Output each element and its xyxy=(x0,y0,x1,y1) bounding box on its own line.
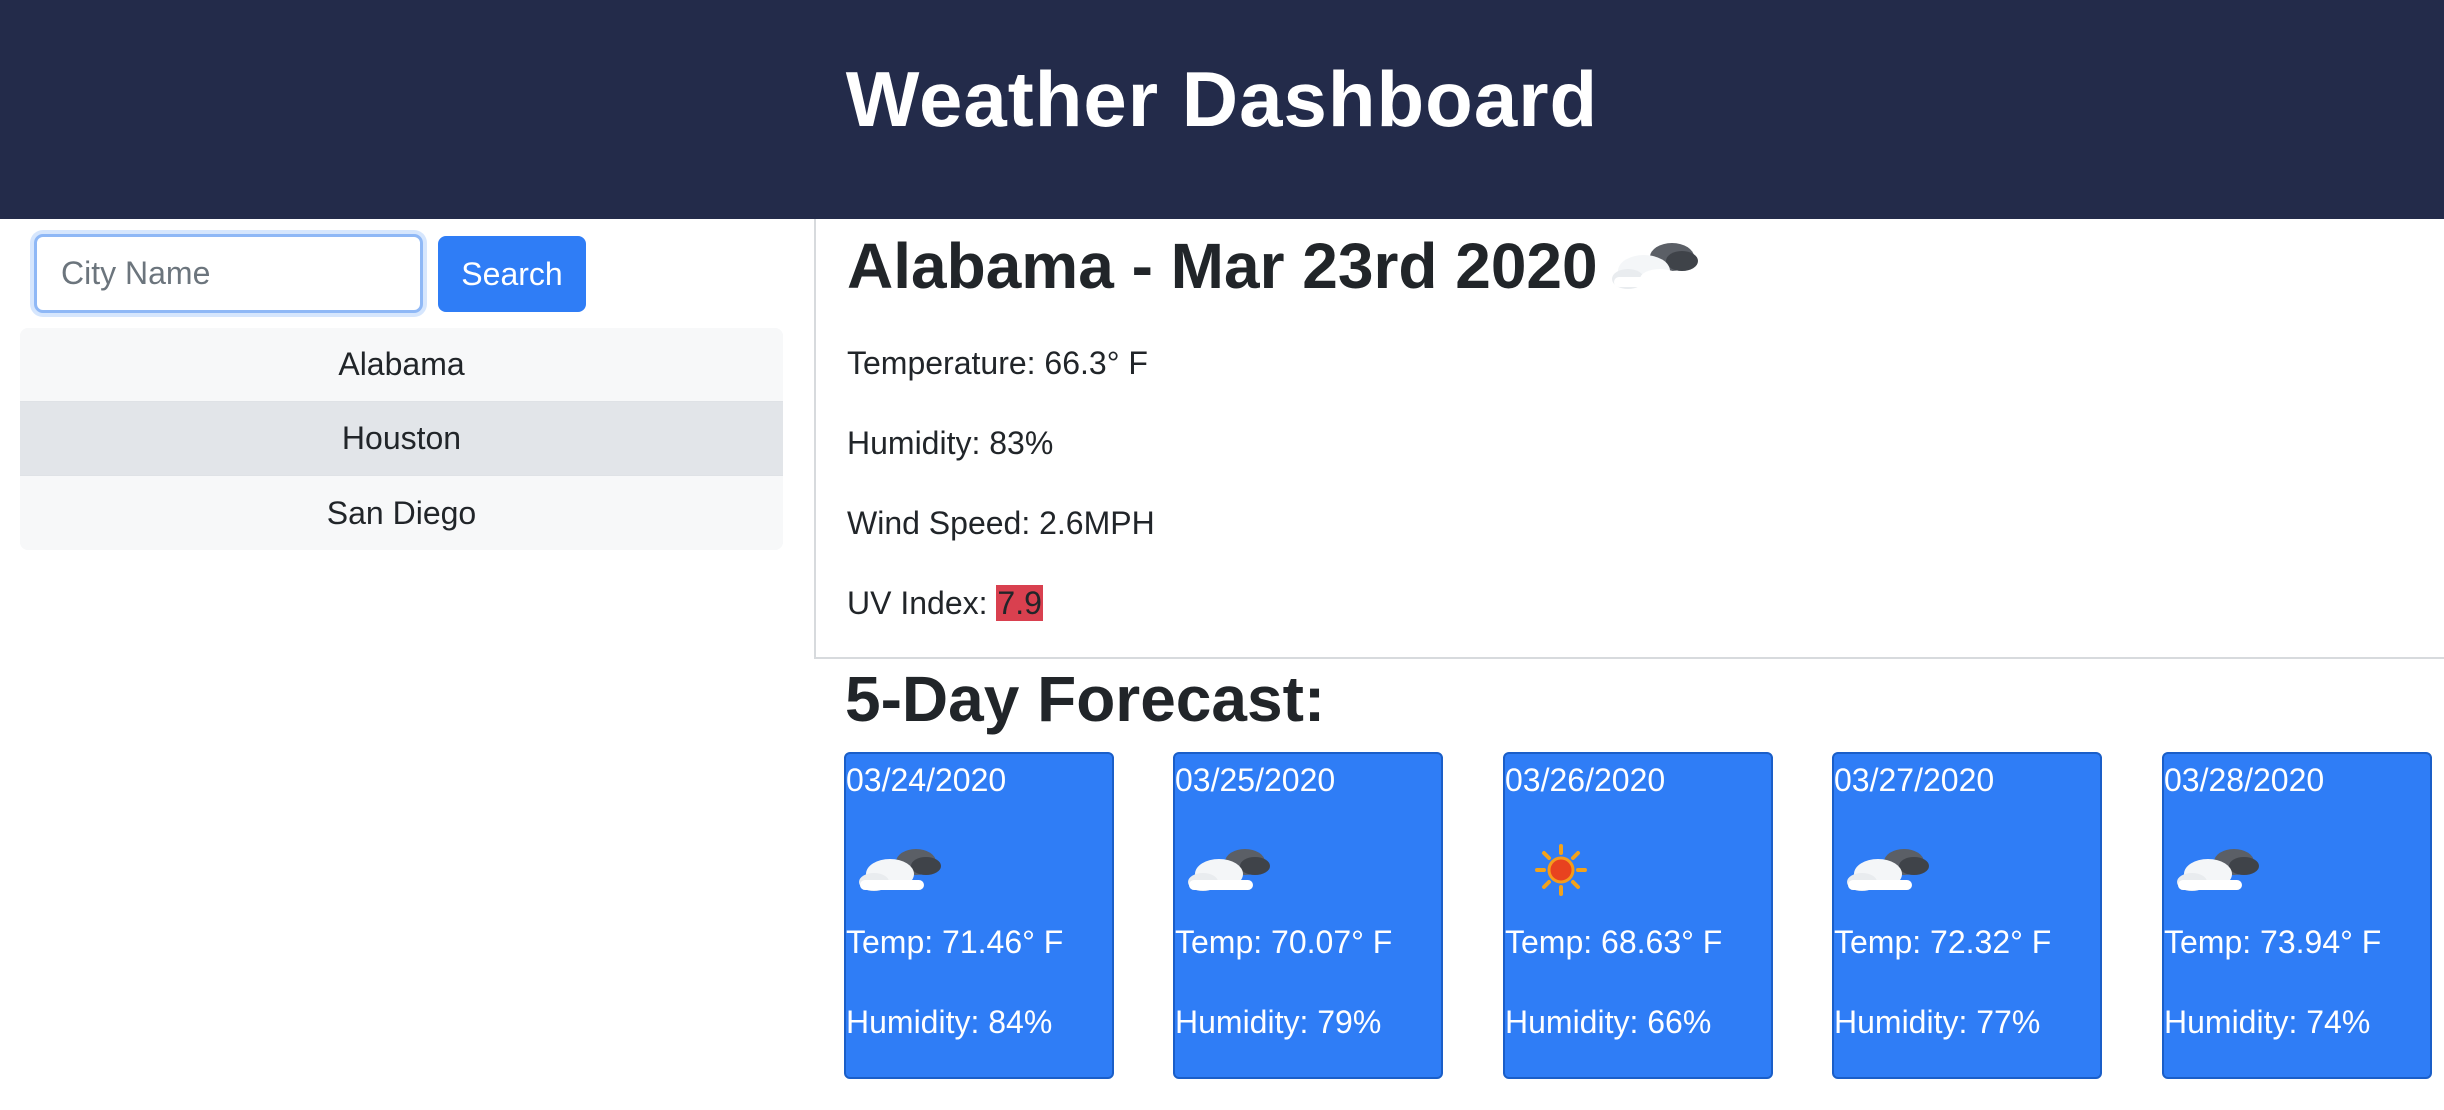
forecast-card: 03/28/2020 Temp: 73.94° F Humidity: 74% xyxy=(2162,752,2432,1079)
forecast-date: 03/26/2020 xyxy=(1505,762,1666,798)
sun-icon xyxy=(1535,844,1587,896)
forecast-date: 03/25/2020 xyxy=(1175,762,1336,798)
city-item-san-diego[interactable]: San Diego xyxy=(20,476,783,550)
uv-index-label: UV Index: xyxy=(847,585,997,621)
cloudy-icon xyxy=(2177,849,2259,891)
forecast-humidity: Humidity: 79% xyxy=(1175,1004,1382,1040)
forecast-date: 03/24/2020 xyxy=(846,762,1007,798)
cloudy-icon xyxy=(1611,243,1698,289)
search-button[interactable]: Search xyxy=(438,236,586,312)
forecast-card: 03/25/2020 Temp: 70.07° F Humidity: 79% xyxy=(1173,752,1443,1079)
forecast-humidity: Humidity: 74% xyxy=(2164,1004,2371,1040)
forecast-card: 03/26/2020 Temp: 68.63° F Humidity: 66% xyxy=(1503,752,1773,1079)
forecast-humidity: Humidity: 66% xyxy=(1505,1004,1712,1040)
current-city-date: Alabama - Mar 23rd 2020 xyxy=(847,230,1598,302)
forecast-humidity: Humidity: 84% xyxy=(846,1004,1053,1040)
current-wind-speed: Wind Speed: 2.6MPH xyxy=(847,505,1155,541)
app-header: Weather Dashboard xyxy=(0,0,2444,219)
cloudy-icon xyxy=(859,849,941,891)
forecast-temp: Temp: 68.63° F xyxy=(1505,924,1723,960)
current-temperature: Temperature: 66.3° F xyxy=(847,345,1148,381)
current-weather-title: Alabama - Mar 23rd 2020 xyxy=(847,229,1704,303)
current-weather-panel: Alabama - Mar 23rd 2020 Temperature: 66.… xyxy=(814,219,2444,659)
forecast-card: 03/24/2020 Temp: 71.46° F Humidity: 84% xyxy=(844,752,1114,1079)
cloudy-icon xyxy=(1188,849,1270,891)
city-search-input[interactable] xyxy=(34,234,423,313)
forecast-card: 03/27/2020 Temp: 72.32° F Humidity: 77% xyxy=(1832,752,2102,1079)
forecast-temp: Temp: 71.46° F xyxy=(846,924,1064,960)
forecast-date: 03/28/2020 xyxy=(2164,762,2325,798)
search-history-list: Alabama Houston San Diego xyxy=(20,328,783,550)
current-uv-index: UV Index: 7.9 xyxy=(847,585,1043,622)
forecast-date: 03/27/2020 xyxy=(1834,762,1995,798)
forecast-temp: Temp: 73.94° F xyxy=(2164,924,2382,960)
forecast-humidity: Humidity: 77% xyxy=(1834,1004,2041,1040)
city-item-alabama[interactable]: Alabama xyxy=(20,328,783,402)
cloudy-icon xyxy=(1847,849,1929,891)
current-humidity: Humidity: 83% xyxy=(847,425,1054,461)
forecast-temp: Temp: 70.07° F xyxy=(1175,924,1393,960)
city-item-houston[interactable]: Houston xyxy=(20,402,783,476)
forecast-title: 5-Day Forecast: xyxy=(845,663,1326,735)
forecast-temp: Temp: 72.32° F xyxy=(1834,924,2052,960)
uv-index-badge: 7.9 xyxy=(996,585,1043,621)
page-title: Weather Dashboard xyxy=(845,55,1599,143)
